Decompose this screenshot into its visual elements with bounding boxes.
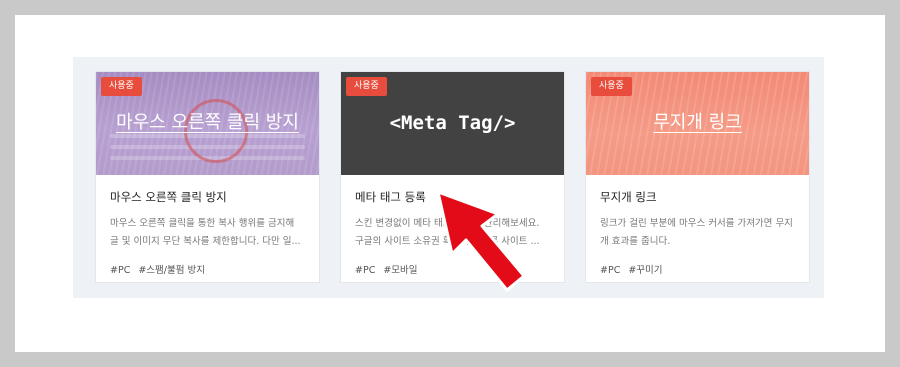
- plugin-thumbnail: 사용중 무지개 링크: [586, 72, 809, 175]
- thumbnail-title: <Meta Tag/>: [389, 112, 516, 134]
- plugin-title[interactable]: 무지개 링크: [600, 189, 795, 205]
- tag: #꾸미기: [628, 265, 663, 276]
- plugin-card-right-click-block[interactable]: 사용중 마우스 오른쪽 클릭 방지 마우스 오른쪽 클릭 방지 마우스 오른쪽 …: [95, 71, 320, 283]
- plugin-thumbnail: 사용중 <Meta Tag/>: [341, 72, 564, 175]
- plugin-thumbnail: 사용중 마우스 오른쪽 클릭 방지: [96, 72, 319, 175]
- thumbnail-title: 무지개 링크: [653, 112, 742, 133]
- tag: #스팸/불펌 방지: [138, 265, 205, 276]
- plugin-description: 마우스 오른쪽 클릭을 통한 복사 행위를 금지해 글 및 이미지 무단 복사를…: [110, 218, 301, 247]
- tag: #PC: [110, 265, 131, 276]
- tag: #PC: [355, 265, 376, 276]
- tag: #모바일: [383, 265, 418, 276]
- status-badge: 사용중: [346, 77, 387, 96]
- plugin-tags: #PC #스팸/불펌 방지: [110, 262, 305, 276]
- tag: #PC: [600, 265, 621, 276]
- plugin-title[interactable]: 마우스 오른쪽 클릭 방지: [110, 189, 305, 205]
- plugin-card-rainbow-link[interactable]: 사용중 무지개 링크 무지개 링크 링크가 걸린 부분에 마우스 커서를 가져가…: [585, 71, 810, 283]
- red-arrow-pointer-icon: [436, 190, 526, 292]
- thumbnail-title: 마우스 오른쪽 클릭 방지: [116, 112, 299, 133]
- plugin-description: 링크가 걸린 부분에 마우스 커서를 가져가면 무지개 효과를 줍니다.: [600, 218, 793, 247]
- status-badge: 사용중: [101, 77, 142, 96]
- plugin-tags: #PC #꾸미기: [600, 262, 795, 276]
- status-badge: 사용중: [591, 77, 632, 96]
